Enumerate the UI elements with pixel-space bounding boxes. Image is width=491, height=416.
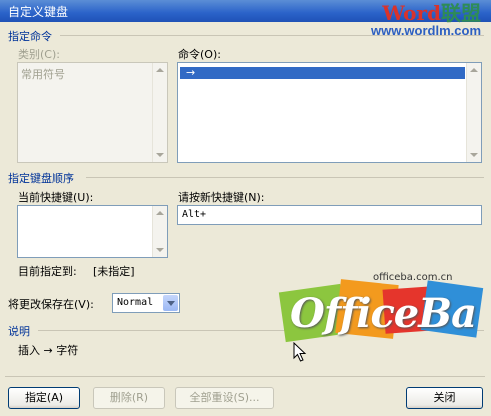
assign-button[interactable]: 指定(A) [8, 387, 80, 409]
dropdown-button[interactable] [163, 295, 178, 311]
section-title-command: 指定命令 [8, 30, 52, 43]
current-keys-scrollbar[interactable] [152, 206, 167, 257]
categories-list: 常用符号 [17, 62, 168, 163]
commands-scrollbar[interactable] [466, 63, 481, 162]
scroll-up-arrow-icon[interactable] [470, 68, 478, 72]
close-button[interactable]: 关闭 [406, 387, 483, 409]
new-key-label: 请按新快捷键(N): [178, 191, 265, 204]
save-in-label: 将更改保存在(V): [8, 298, 94, 311]
scroll-up-arrow-icon [156, 68, 164, 72]
scroll-down-arrow-icon[interactable] [470, 153, 478, 157]
category-item: 常用符号 [21, 68, 65, 81]
watermark-brand-a: Word [382, 1, 441, 25]
categories-label: 类别(C): [18, 48, 60, 61]
window-title: 自定义键盘 [8, 5, 69, 19]
scroll-up-arrow-icon[interactable] [156, 211, 164, 215]
section-divider [86, 177, 484, 178]
watermark-brand-b: 联盟 [441, 1, 481, 25]
commands-list[interactable]: → [177, 62, 482, 163]
save-in-value: Normal [117, 297, 154, 308]
scroll-down-arrow-icon[interactable] [156, 248, 164, 252]
new-key-value: Alt+ [182, 209, 207, 220]
button-divider [5, 376, 485, 377]
save-in-dropdown[interactable]: Normal [112, 293, 180, 313]
current-keys-list[interactable] [17, 205, 168, 258]
remove-button[interactable]: 删除(R) [93, 387, 165, 409]
description-text: 插入 → 字符 [18, 344, 79, 357]
new-key-input[interactable]: Alt+ [177, 205, 482, 225]
chevron-down-icon [167, 301, 175, 306]
mouse-cursor-icon [293, 342, 307, 362]
commands-label: 命令(O): [178, 48, 221, 61]
categories-scrollbar [152, 63, 167, 162]
reset-all-button[interactable]: 全部重设(S)... [175, 387, 274, 409]
command-item-selected[interactable]: → [180, 67, 465, 79]
watermark: Word联盟 www.wordlm.com [371, 2, 481, 38]
scroll-down-arrow-icon [156, 153, 164, 157]
section-title-description: 说明 [8, 325, 30, 338]
assigned-to-value: [未指定] [93, 265, 135, 278]
assigned-to-label: 目前指定到: [18, 265, 77, 278]
logo-text: OfficeBa [290, 290, 477, 337]
current-keys-label: 当前快捷键(U): [18, 191, 94, 204]
section-divider [60, 35, 484, 36]
section-title-keys: 指定键盘顺序 [8, 172, 74, 185]
